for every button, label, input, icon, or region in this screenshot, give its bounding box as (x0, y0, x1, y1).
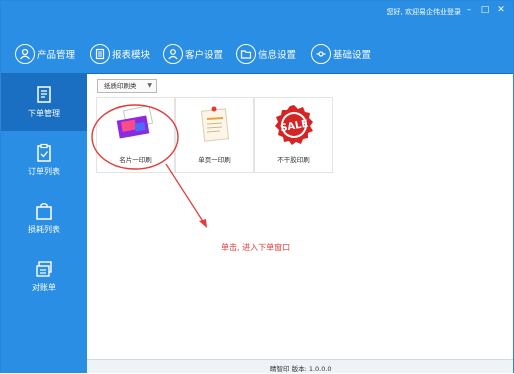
product-card-label: 名片一印刷 (119, 156, 152, 164)
toolbar-customer-settings[interactable]: 客户设置 (163, 42, 223, 66)
sale-sticker-icon: SALE (274, 105, 313, 145)
chevron-down-icon: ▼ (147, 82, 152, 89)
minimize-button[interactable]: – (463, 4, 475, 16)
title-bar: 您好, 欢迎易企伟业登录 – □ ✕ (1, 1, 513, 23)
clipboard-icon (37, 143, 51, 162)
close-button[interactable]: ✕ (495, 4, 507, 16)
person-icon (163, 44, 183, 64)
stacked-documents-icon (36, 261, 52, 277)
sidebar-item-place-order[interactable]: 下单管理 (1, 73, 87, 131)
top-toolbar: 产品管理 报表模块 客户设置 信息设置 基础设置 (1, 23, 513, 73)
user-icon (15, 44, 35, 64)
sidebar-item-label: 对账单 (32, 283, 56, 292)
sidebar-item-label: 损耗列表 (28, 225, 60, 234)
toolbar-label: 报表模块 (112, 50, 151, 61)
toolbar-info-settings[interactable]: 信息设置 (236, 42, 296, 66)
category-select-value: 纸质印刷类 (104, 82, 137, 90)
toolbar-reports[interactable]: 报表模块 (90, 42, 150, 66)
product-card-sticker[interactable]: SALE 不干胶印刷 (254, 97, 333, 173)
sidebar-item-loss-list[interactable]: 损耗列表 (1, 189, 87, 247)
version-text: 睛智印 版本: 1.0.0.0 (270, 365, 332, 373)
sidebar-item-label: 订单列表 (28, 167, 60, 176)
business-card-icon (116, 104, 153, 139)
sidebar-item-label: 下单管理 (28, 109, 60, 118)
flyer-icon (200, 106, 229, 142)
sidebar-item-order-list[interactable]: 订单列表 (1, 131, 87, 189)
welcome-text: 您好, 欢迎易企伟业登录 (386, 8, 461, 16)
shopping-bag-icon (36, 202, 52, 220)
product-card-label: 不干胶印刷 (277, 156, 310, 164)
settings-icon (311, 44, 331, 64)
toolbar-basic-settings[interactable]: 基础设置 (311, 42, 371, 66)
toolbar-label: 基础设置 (333, 50, 372, 61)
category-select[interactable]: 纸质印刷类 ▼ (97, 79, 157, 93)
toolbar-product-management[interactable]: 产品管理 (15, 42, 75, 66)
main-content: 纸质印刷类 ▼ 名片一印刷 单页一印刷 SALE 不干胶印刷 单击, 进入下单窗… (87, 73, 513, 359)
document-icon (90, 44, 110, 64)
toolbar-label: 客户设置 (185, 50, 224, 61)
order-form-icon (37, 86, 51, 103)
folder-icon (236, 44, 256, 64)
toolbar-label: 信息设置 (258, 50, 297, 61)
toolbar-label: 产品管理 (37, 50, 76, 61)
sidebar: 下单管理 订单列表 损耗列表 对账单 (1, 73, 87, 373)
app-window: 您好, 欢迎易企伟业登录 – □ ✕ 产品管理 报表模块 客户设置 信息设置 基… (0, 0, 514, 373)
annotation-hint: 单击, 进入下单窗口 (221, 243, 291, 252)
status-bar: 睛智印 版本: 1.0.0.0 (87, 359, 513, 373)
product-card-business-card[interactable]: 名片一印刷 (96, 97, 175, 173)
sidebar-item-statement[interactable]: 对账单 (1, 247, 87, 305)
product-card-flyer[interactable]: 单页一印刷 (175, 97, 254, 173)
maximize-button[interactable]: □ (479, 4, 491, 16)
product-card-label: 单页一印刷 (198, 156, 231, 164)
